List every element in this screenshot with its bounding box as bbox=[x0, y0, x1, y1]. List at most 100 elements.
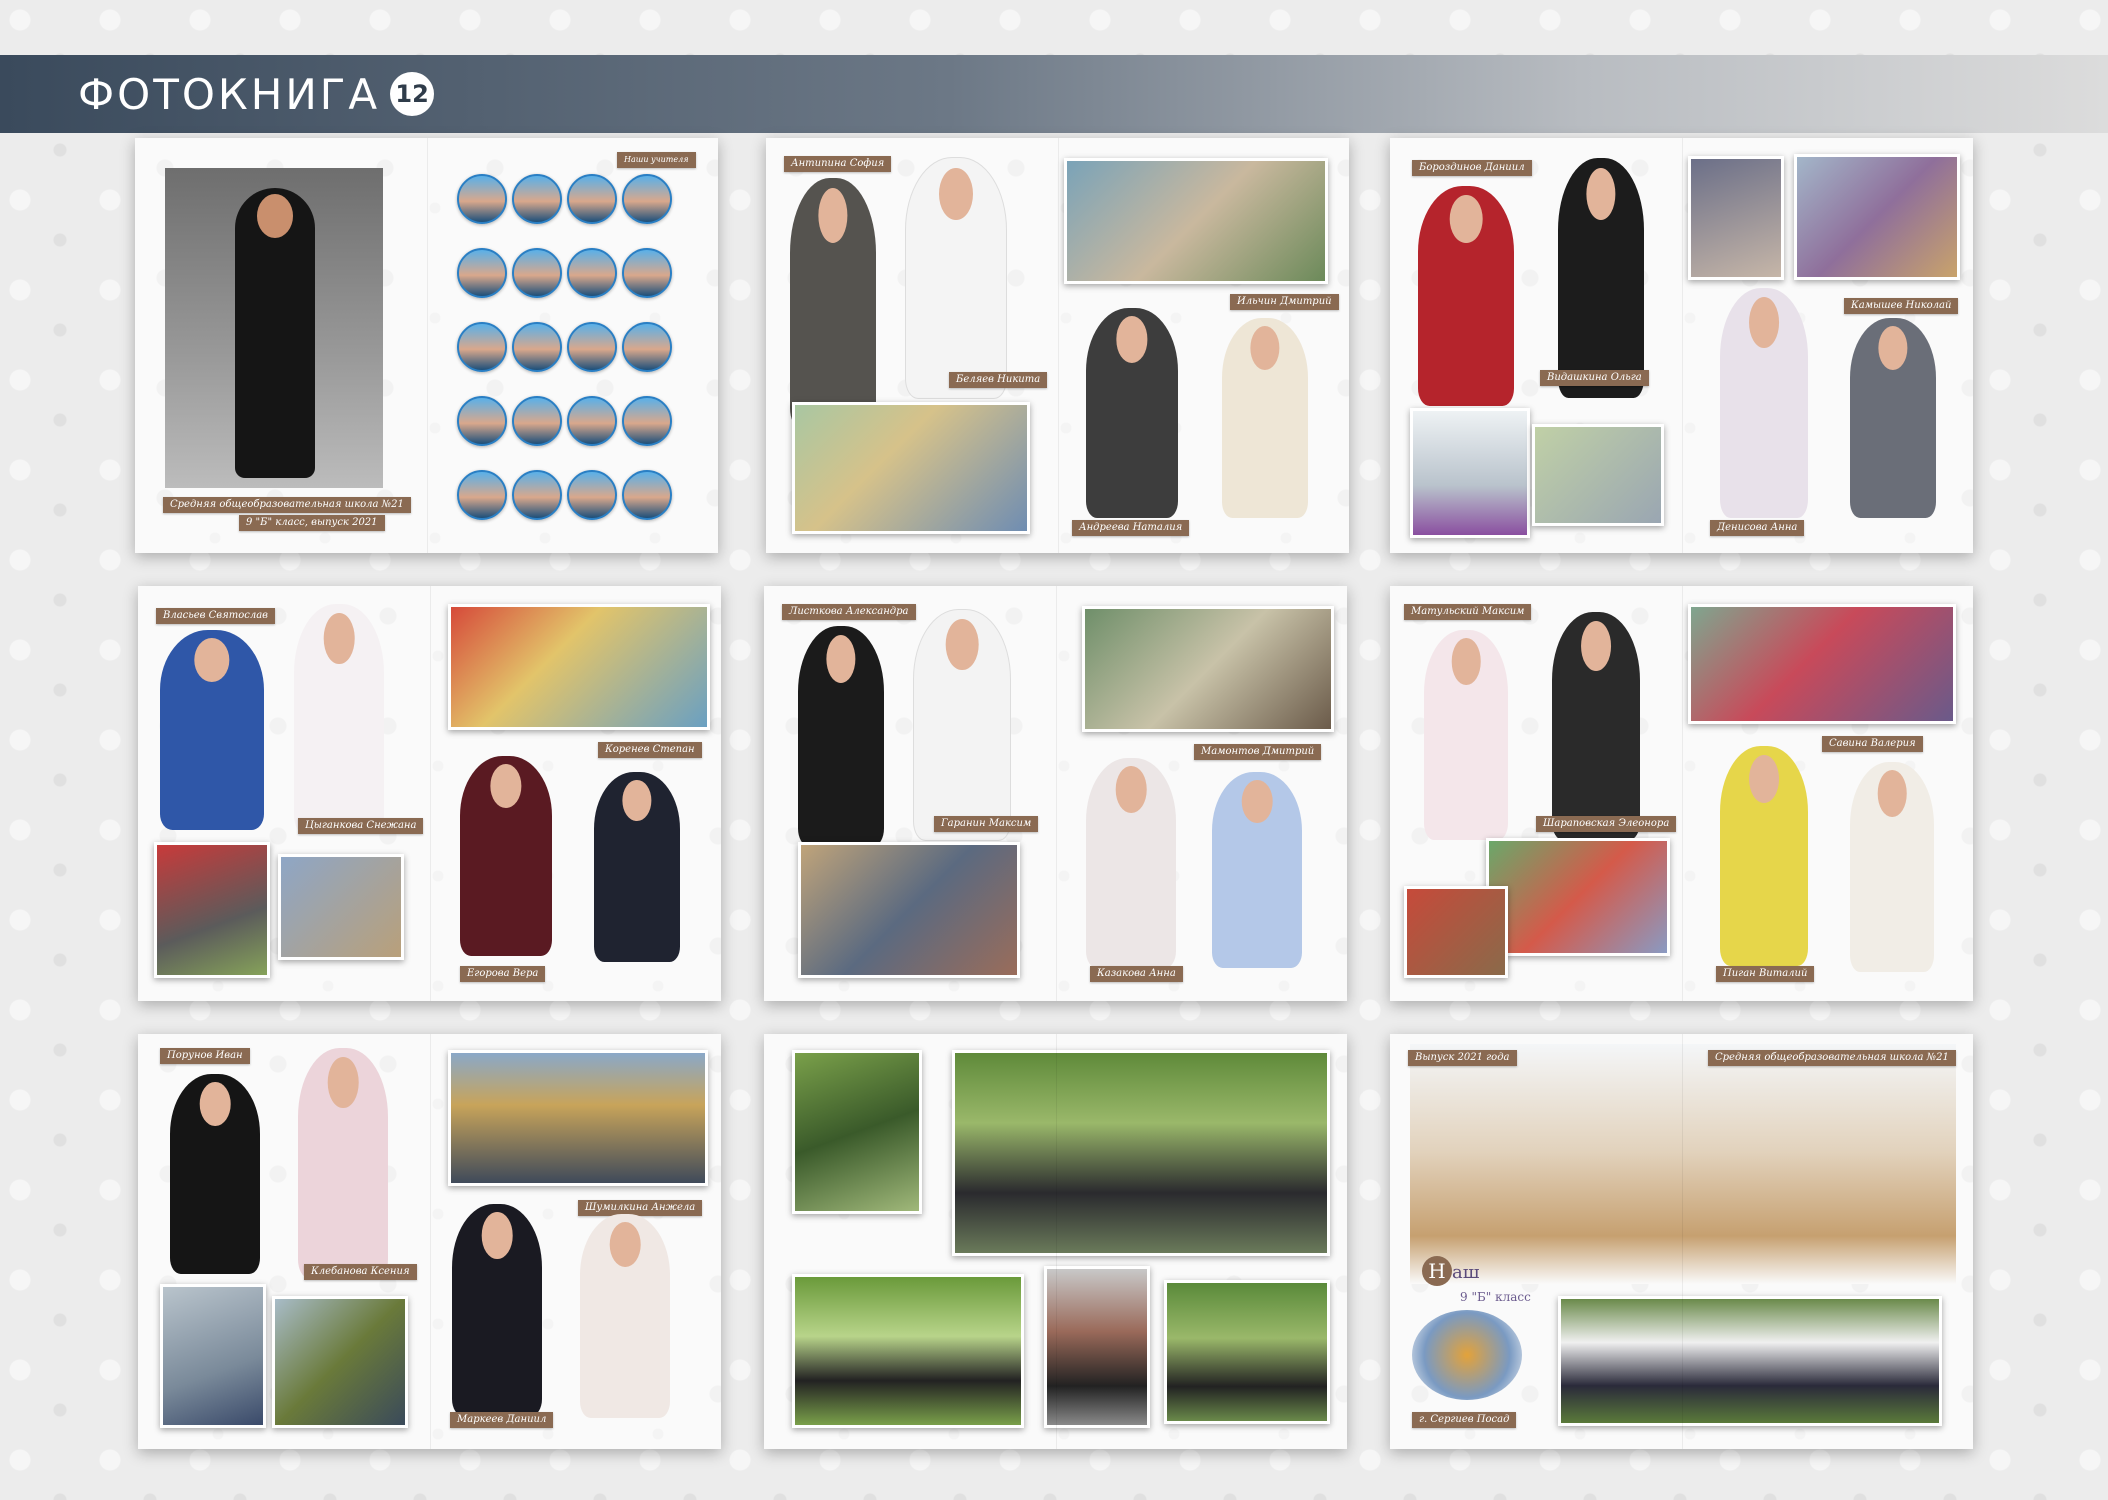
teacher-avatar bbox=[567, 396, 617, 446]
student-photo bbox=[1222, 318, 1308, 518]
excursion-photo bbox=[160, 1284, 266, 1428]
spread-5[interactable]: Листкова Александра Мамонтов Дмитрий Гар… bbox=[764, 586, 1347, 1001]
winter-photo bbox=[1410, 408, 1530, 538]
student-photo bbox=[594, 772, 680, 962]
student-photo bbox=[294, 604, 384, 834]
header-bar: ФОТОКНИГА 12 bbox=[0, 55, 2108, 133]
classroom-photo bbox=[1410, 1044, 1956, 1284]
student-name-label: Бороздинов Даниил bbox=[1412, 160, 1532, 176]
student-photo bbox=[170, 1074, 260, 1274]
student-photo bbox=[160, 630, 264, 830]
teacher-avatar bbox=[457, 322, 507, 372]
teachers-label: Наши учителя bbox=[617, 152, 696, 168]
student-name-label: Клебанова Ксения bbox=[304, 1264, 417, 1280]
student-name-label: Листкова Александра bbox=[782, 604, 916, 620]
student-photo bbox=[1424, 630, 1508, 840]
student-photo bbox=[460, 756, 552, 956]
teacher-avatar bbox=[457, 174, 507, 224]
spread-3[interactable]: Бороздинов Даниил Видашкина Ольга Камыше… bbox=[1390, 138, 1973, 553]
student-photo bbox=[580, 1214, 670, 1418]
student-photo bbox=[798, 626, 884, 846]
spread-1[interactable]: Наши учителя Средняя общеобразовательная… bbox=[135, 138, 718, 553]
school-label: Средняя общеобразовательная школа №21 bbox=[1708, 1050, 1956, 1066]
class-label: 9 "Б" класс, выпуск 2021 bbox=[239, 515, 385, 531]
student-name-label: Егорова Вера bbox=[460, 966, 546, 982]
student-name-label: Видашкина Ольга bbox=[1540, 370, 1649, 386]
student-name-label: Матульский Максим bbox=[1404, 604, 1532, 620]
student-name-label: Мамонтов Дмитрий bbox=[1194, 744, 1322, 760]
student-portrait-photo bbox=[165, 168, 383, 488]
student-name-label: Андреева Наталия bbox=[1072, 520, 1190, 536]
class-subtitle: 9 "Б" класс bbox=[1460, 1290, 1531, 1304]
event-photo bbox=[1688, 604, 1956, 724]
class-photo bbox=[1064, 158, 1328, 284]
class-photo bbox=[798, 842, 1020, 978]
event-photo bbox=[1794, 154, 1960, 280]
student-name-label: Казакова Анна bbox=[1090, 966, 1183, 982]
spread-9[interactable]: Выпуск 2021 года Средняя общеобразовател… bbox=[1390, 1034, 1973, 1449]
student-photo bbox=[1850, 318, 1936, 518]
student-name-label: Порунов Иван bbox=[160, 1048, 250, 1064]
student-name-label: Савина Валерия bbox=[1822, 736, 1923, 752]
student-photo bbox=[1552, 612, 1640, 840]
stage-photo bbox=[448, 604, 710, 730]
student-name-label: Пиган Виталий bbox=[1716, 966, 1815, 982]
student-name-label: Камышев Николай bbox=[1844, 298, 1959, 314]
student-photo bbox=[1086, 308, 1178, 518]
event-photo bbox=[278, 854, 404, 960]
student-name-label: Беляев Никита bbox=[949, 372, 1048, 388]
teacher-avatar bbox=[512, 470, 562, 520]
class-photo bbox=[1486, 838, 1670, 956]
teacher-avatar bbox=[512, 174, 562, 224]
outdoor-photo bbox=[1044, 1266, 1150, 1428]
student-photo bbox=[1418, 186, 1514, 406]
student-photo bbox=[1850, 762, 1934, 972]
class-photo bbox=[1082, 606, 1334, 732]
teacher-avatar bbox=[457, 470, 507, 520]
student-name-label: Ильчин Дмитрий bbox=[1230, 294, 1339, 310]
student-name-label: Антипина София bbox=[784, 156, 892, 172]
outdoor-photo bbox=[792, 1274, 1024, 1428]
student-name-label: Гаранин Максим bbox=[934, 816, 1039, 832]
student-photo bbox=[452, 1204, 542, 1416]
teacher-avatar bbox=[622, 396, 672, 446]
excursion-photo bbox=[448, 1050, 708, 1186]
student-photo bbox=[790, 178, 876, 428]
teacher-avatar bbox=[622, 470, 672, 520]
student-photo bbox=[298, 1048, 388, 1278]
student-name-label: Маркеев Даниил bbox=[450, 1412, 554, 1428]
teacher-avatar bbox=[622, 322, 672, 372]
portrait-figure bbox=[235, 188, 315, 478]
class-photo bbox=[1532, 424, 1664, 526]
teacher-avatar bbox=[567, 248, 617, 298]
student-photo bbox=[1212, 772, 1302, 968]
student-name-label: Денисова Анна bbox=[1710, 520, 1805, 536]
spread-7[interactable]: Порунов Иван Шумилкина Анжела Клебанова … bbox=[138, 1034, 721, 1449]
spread-2[interactable]: Антипина София Беляев Никита Ильчин Дмит… bbox=[766, 138, 1349, 553]
student-photo bbox=[1720, 288, 1808, 518]
teacher-avatar bbox=[567, 470, 617, 520]
class-photo bbox=[792, 402, 1030, 534]
student-name-label: Коренев Степан bbox=[598, 742, 702, 758]
spread-4[interactable]: Власьев Святослав Коренев Степан Цыганко… bbox=[138, 586, 721, 1001]
spread-8[interactable] bbox=[764, 1034, 1347, 1449]
teacher-avatar bbox=[457, 248, 507, 298]
our-initial: Н bbox=[1422, 1256, 1452, 1286]
teacher-avatar bbox=[457, 396, 507, 446]
city-photo bbox=[1412, 1310, 1522, 1400]
student-name-label: Шумилкина Анжела bbox=[578, 1200, 703, 1216]
spread-6[interactable]: Матульский Максим Савина Валерия Шарапов… bbox=[1390, 586, 1973, 1001]
teacher-avatar bbox=[512, 396, 562, 446]
outdoor-photo bbox=[792, 1050, 922, 1214]
class-group-photo bbox=[952, 1050, 1330, 1256]
event-photo bbox=[1404, 886, 1508, 978]
student-photo bbox=[1720, 746, 1808, 966]
teacher-avatar bbox=[567, 174, 617, 224]
student-name-label: Власьев Святослав bbox=[156, 608, 275, 624]
teacher-avatar bbox=[512, 322, 562, 372]
teacher-avatar bbox=[512, 248, 562, 298]
student-name-label: Шараповская Элеонора bbox=[1536, 816, 1677, 832]
student-name-label: Цыганкова Снежана bbox=[298, 818, 424, 834]
page-number-badge: 12 bbox=[390, 72, 435, 116]
student-photo bbox=[914, 610, 1010, 840]
